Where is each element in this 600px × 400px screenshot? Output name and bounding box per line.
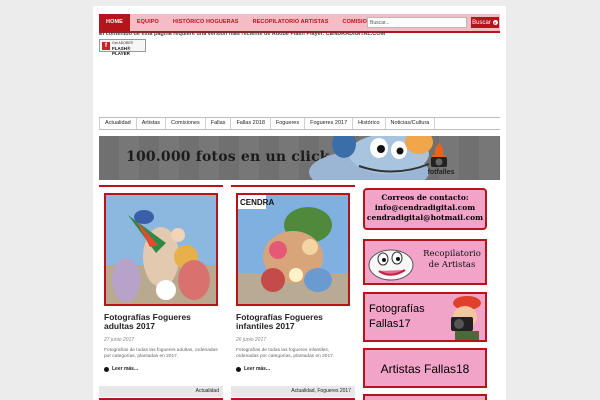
post-title-1[interactable]: Fotografías Fogueres adultas 2017 — [104, 313, 218, 331]
post-date-2: 26 junio 2017 — [236, 337, 267, 343]
read-more-link-2[interactable]: Leer más... — [236, 366, 350, 372]
cat-fogueres[interactable]: Fogueres — [271, 118, 306, 129]
cat-fallas-2018[interactable]: Fallas 2018 — [231, 118, 271, 129]
recopilatorio-label: Recopilatorio de Artistas — [417, 249, 485, 271]
search-button-label: Buscar — [472, 19, 491, 26]
fotografias-line-1: Fotografías — [369, 303, 425, 315]
nav-home[interactable]: HOME — [99, 14, 130, 31]
top-nav-menu: HOME EQUIPO HISTÓRICO HOGUERAS RECOPILAT… — [99, 14, 386, 31]
cat-fallas[interactable]: Fallas — [206, 118, 232, 129]
recopilatorio-line-2: de Artistas — [428, 260, 476, 270]
flash-badge-big-text: FLASH® PLAYER — [112, 46, 131, 56]
foguera-photo-2: CENDRA — [238, 195, 348, 304]
photographer-cartoon-icon — [451, 296, 481, 340]
cat-comisiones[interactable]: Comisiones — [166, 118, 206, 129]
post-excerpt-2: Fotografías de todas las fogueres infant… — [236, 348, 335, 359]
cat-historico[interactable]: Histórico — [353, 118, 386, 129]
post-card-2: CENDRA Fotografías Fogueres infantiles 2… — [231, 185, 355, 397]
contact-email-1[interactable]: info@cendradigital.com — [365, 203, 485, 212]
category-navigation: Actualidad Artistas Comisiones Fallas Fa… — [99, 117, 500, 130]
fotfalles-logo-text: fotfalles — [427, 169, 455, 176]
fotografias-line-2: Fallas17 — [369, 318, 411, 330]
fotografias-label: Fotografías Fallas17 — [369, 302, 425, 332]
read-more-link-1[interactable]: Leer más... — [104, 366, 218, 372]
recopilatorio-line-1: Recopilatorio — [423, 249, 481, 259]
read-more-label-2: Leer más... — [244, 366, 271, 372]
nav-equipo[interactable]: EQUIPO — [130, 14, 166, 31]
cat-noticias-cultura[interactable]: Noticias/Cultura — [386, 118, 436, 129]
search-button[interactable]: Buscar ▸ — [471, 17, 499, 28]
post-excerpt-1: Fotografías de todas las fogueres adulta… — [104, 348, 218, 359]
post-category-1[interactable]: Actualidad — [99, 386, 223, 397]
search-input[interactable] — [367, 17, 467, 28]
contact-widget: Correos de contacto: info@cendradigital.… — [363, 188, 487, 230]
read-more-bullet-icon — [236, 366, 241, 372]
post-title-2[interactable]: Fotografías Fogueres infantiles 2017 — [236, 313, 350, 331]
flash-logo-icon: f — [102, 42, 110, 50]
nav-recopilatorio-artistas[interactable]: RECOPILATORIO ARTISTAS — [246, 14, 336, 31]
cat-actualidad[interactable]: Actualidad — [99, 118, 137, 129]
svg-text:CENDRA: CENDRA — [240, 198, 274, 207]
flash-badge-small-text: Get ADOBE® — [112, 41, 134, 45]
artistas-fallas18-label: Artistas Fallas18 — [380, 362, 470, 376]
read-more-bullet-icon — [104, 366, 109, 372]
page-container: HOME EQUIPO HISTÓRICO HOGUERAS RECOPILAT… — [93, 6, 506, 400]
next-sidebar-banner[interactable] — [363, 394, 487, 400]
contact-title: Correos de contacto: — [381, 193, 469, 202]
contact-email-2[interactable]: cendradigital@hotmail.com — [365, 213, 485, 222]
nav-historico-hogueras[interactable]: HISTÓRICO HOGUERAS — [166, 14, 246, 31]
post-date-1: 27 junio 2017 — [104, 337, 135, 343]
recopilatorio-artistas-banner[interactable]: Recopilatorio de Artistas — [363, 239, 487, 285]
promo-banner[interactable]: 100.000 fotos en un click fotfalles — [99, 136, 500, 180]
cat-fogueres-2017[interactable]: Fogueres 2017 — [305, 118, 354, 129]
flash-required-message: El contenido de esta página requiere una… — [99, 31, 386, 37]
post-category-2[interactable]: Actualidad, Fogueres 2017 — [231, 386, 355, 397]
get-flash-player-badge[interactable]: f Get ADOBE® FLASH® PLAYER — [99, 39, 146, 56]
fotografias-fallas17-banner[interactable]: Fotografías Fallas17 — [363, 292, 487, 342]
cat-artistas[interactable]: Artistas — [137, 118, 167, 129]
cartoon-face-icon — [368, 249, 414, 281]
card-top-border — [99, 185, 223, 187]
post-card-1: Fotografías Fogueres adultas 2017 27 jun… — [99, 185, 223, 397]
post-thumbnail-2[interactable]: CENDRA — [236, 193, 350, 306]
artistas-fallas18-banner[interactable]: Artistas Fallas18 — [363, 348, 487, 388]
read-more-label-1: Leer más... — [112, 366, 139, 372]
post-thumbnail-1[interactable] — [104, 193, 218, 306]
foguera-photo-1 — [106, 195, 216, 304]
card-top-border — [231, 185, 355, 187]
search-arrow-icon: ▸ — [492, 20, 498, 25]
